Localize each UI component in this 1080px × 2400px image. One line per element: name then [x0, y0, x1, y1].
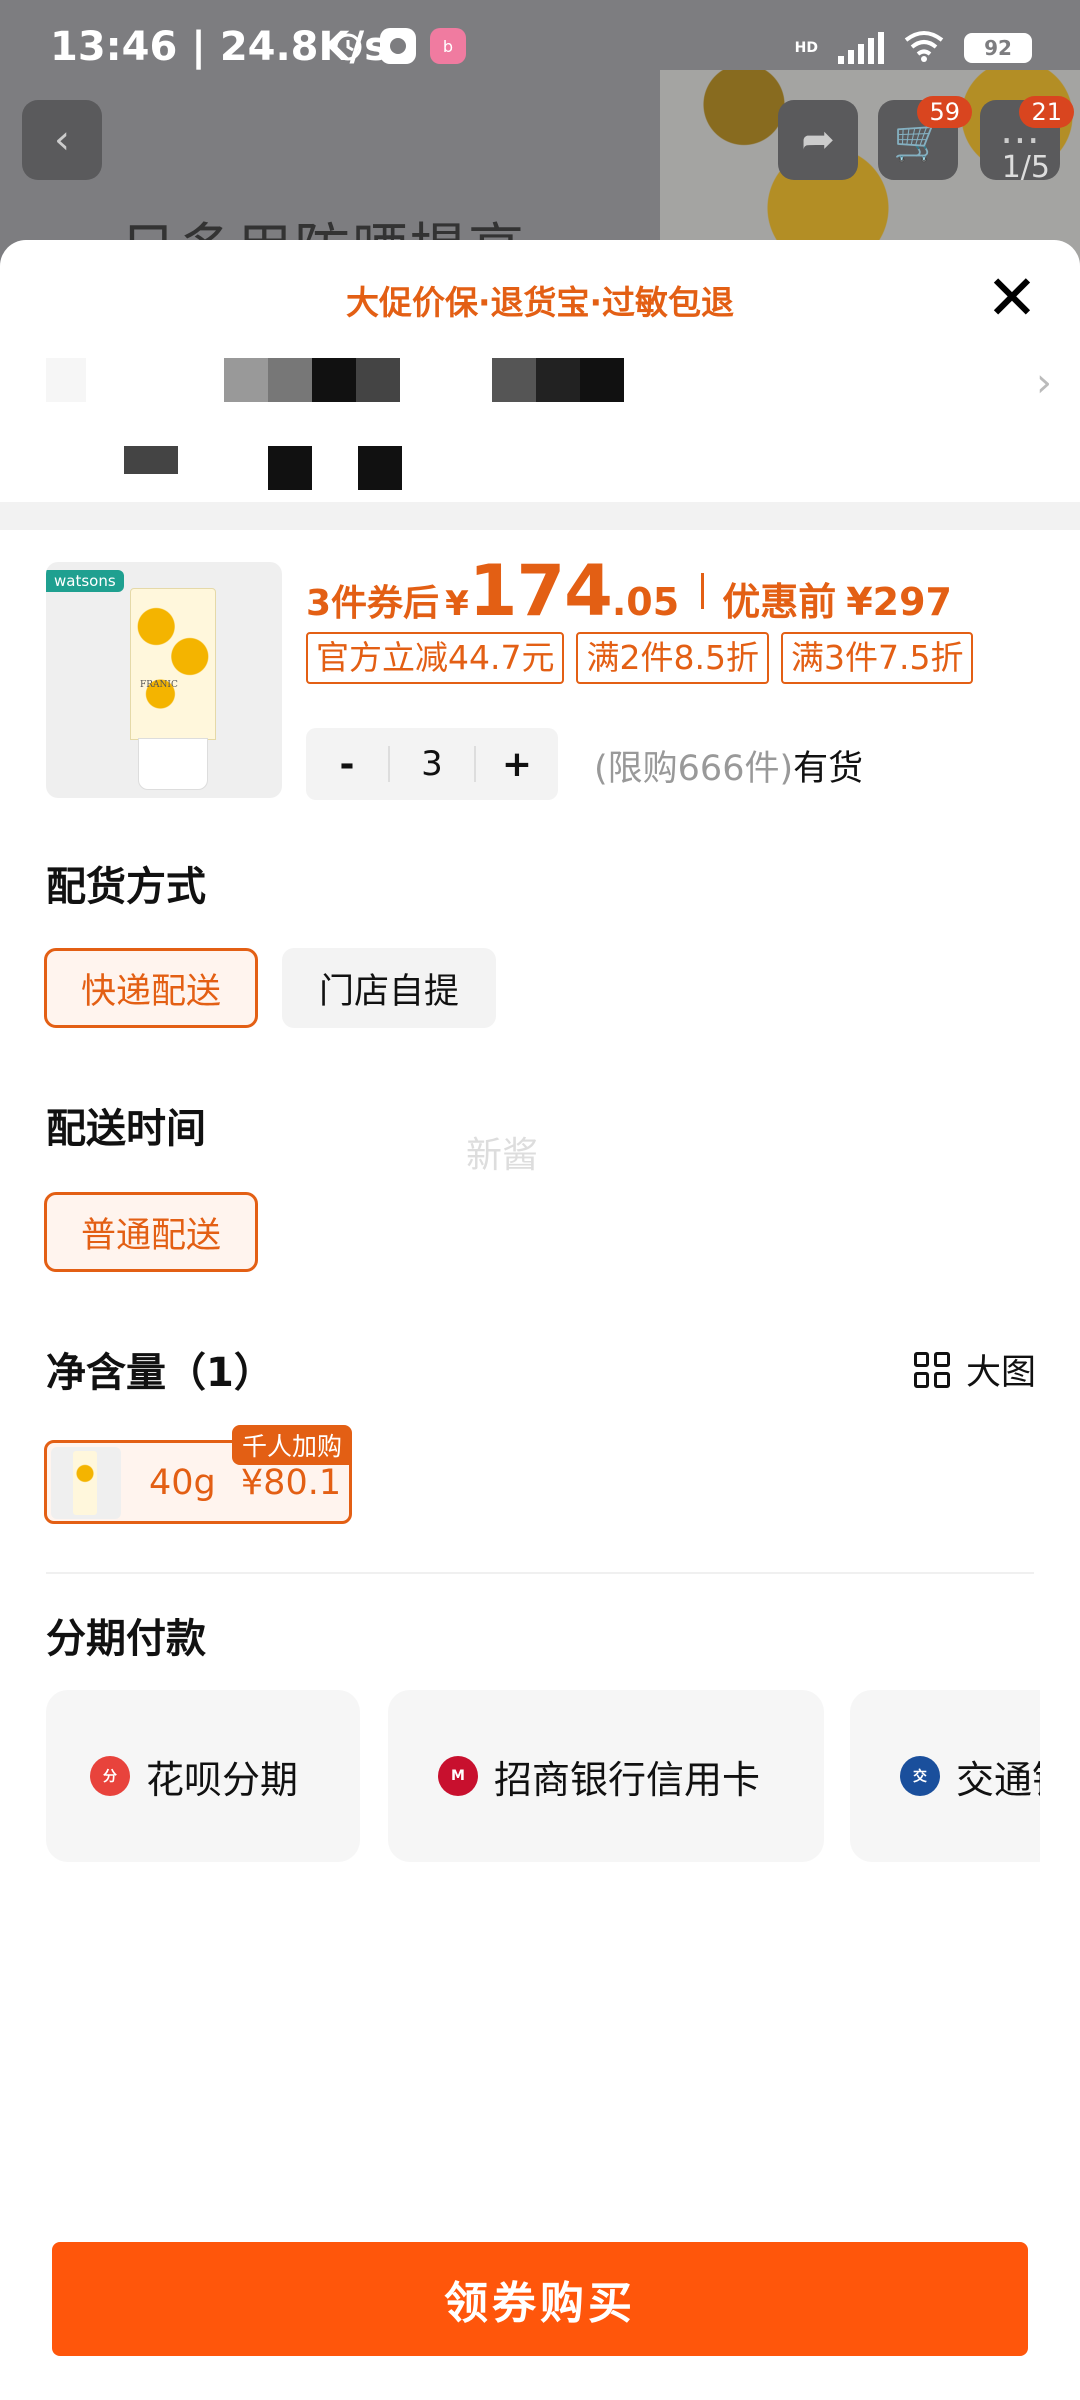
- price-separator: [701, 573, 705, 609]
- status-bar: 13:46 | 24.8K/s b HD 92: [0, 0, 1080, 96]
- option-store-pickup[interactable]: 门店自提: [282, 948, 496, 1028]
- discount-tag: 满2件8.5折: [576, 632, 769, 684]
- price-currency: ¥: [445, 584, 469, 624]
- hd-label: HD: [794, 40, 818, 56]
- share-icon: ➦: [801, 117, 835, 163]
- message-badge: 21: [1019, 96, 1074, 128]
- stock-info: (限购666件)有货: [594, 740, 863, 791]
- image-pager: 1/5: [1001, 150, 1050, 185]
- big-view-label: 大图: [965, 1353, 1036, 1393]
- original-price: ¥297: [846, 580, 952, 624]
- installment-cmb[interactable]: M 招商银行信用卡: [388, 1690, 824, 1862]
- clock-text: 13:46: [50, 24, 178, 70]
- coupon-buy-button[interactable]: 领券购买: [52, 2242, 1028, 2356]
- divider-line: [46, 1572, 1034, 1574]
- alarm-icon: [330, 28, 366, 64]
- discount-tag: 官方立减44.7元: [306, 632, 565, 684]
- signal-icon: [838, 32, 884, 64]
- watermark-text: 新酱: [466, 1135, 539, 1176]
- share-button[interactable]: ➦: [778, 100, 858, 180]
- tube-body: [130, 588, 216, 740]
- discount-tags: 官方立减44.7元 满2件8.5折 满3件7.5折: [306, 632, 998, 684]
- chevron-left-icon: ‹: [54, 117, 70, 163]
- price-integer: 174: [468, 550, 613, 632]
- promo-banner: 大促价保·退货宝·过敏包退: [345, 283, 735, 322]
- spec-thumbnail: [51, 1447, 121, 1519]
- option-standard-delivery[interactable]: 普通配送: [44, 1192, 258, 1272]
- spec-price: ¥80.1: [240, 1463, 342, 1503]
- installment-huabei[interactable]: 分 花呗分期: [46, 1690, 360, 1862]
- huabei-icon: 分: [90, 1756, 130, 1796]
- quantity-stepper: - 3 +: [306, 728, 558, 800]
- store-tag: watsons: [46, 570, 124, 592]
- status-separator: |: [191, 24, 220, 70]
- spec-tube-image: [73, 1451, 97, 1515]
- popular-badge: 千人加购: [231, 1425, 352, 1465]
- net-content-title: 净含量（1）: [46, 1350, 274, 1396]
- installment-options: 分 花呗分期 M 招商银行信用卡 交 交通银行信用卡: [46, 1690, 1040, 1862]
- cart-badge: 59: [917, 96, 972, 128]
- installment-bocom[interactable]: 交 交通银行信用卡: [850, 1690, 1040, 1862]
- quantity-value[interactable]: 3: [388, 746, 476, 782]
- installment-title: 分期付款: [46, 1616, 206, 1662]
- stock-status: 有货: [793, 749, 864, 789]
- price-row: 3件券后 ¥ 174 .05 优惠前 ¥297: [306, 550, 952, 632]
- status-notification-icons: b: [330, 28, 466, 64]
- installment-label: 交通银行信用卡: [956, 1757, 1040, 1802]
- price-decimal: .05: [611, 580, 680, 624]
- decrease-button[interactable]: -: [306, 744, 388, 785]
- original-label: 优惠前: [722, 580, 837, 624]
- increase-button[interactable]: +: [476, 744, 558, 785]
- close-button[interactable]: ✕: [982, 267, 1042, 330]
- option-express-delivery[interactable]: 快递配送: [44, 948, 258, 1028]
- chevron-right-icon[interactable]: ›: [1036, 360, 1052, 406]
- purchase-limit: (限购666件): [594, 749, 794, 789]
- cmb-icon: M: [438, 1756, 478, 1796]
- installment-label: 花呗分期: [146, 1757, 299, 1802]
- wifi-icon: [904, 30, 944, 66]
- battery-icon: 92: [964, 33, 1032, 63]
- tube-brand: FRANIC: [140, 680, 178, 690]
- app-notification-icon: [380, 28, 416, 64]
- installment-label: 招商银行信用卡: [494, 1757, 761, 1802]
- product-thumbnail[interactable]: watsons FRANIC: [46, 562, 282, 798]
- price-prefix: 3件券后: [306, 583, 440, 624]
- bocom-icon: 交: [900, 1756, 940, 1796]
- spec-text: 40g ¥80.1: [149, 1463, 341, 1503]
- discount-tag: 满3件7.5折: [780, 632, 974, 684]
- grid-icon: [913, 1351, 950, 1388]
- tube-cap: [138, 738, 208, 790]
- cart-button[interactable]: 🛒 59: [878, 96, 972, 180]
- delivery-time-title: 配送时间: [46, 1106, 206, 1152]
- battery-level: 92: [984, 36, 1012, 60]
- spec-option-40g[interactable]: 40g ¥80.1 千人加购: [44, 1425, 352, 1524]
- big-view-toggle[interactable]: 大图: [913, 1344, 1036, 1395]
- delivery-method-title: 配货方式: [46, 864, 206, 910]
- status-system-icons: HD 92: [795, 30, 1032, 66]
- bilibili-icon: b: [430, 28, 466, 64]
- section-divider: [0, 502, 1080, 530]
- spec-size: 40g: [149, 1463, 216, 1503]
- close-icon: ✕: [986, 261, 1038, 334]
- product-tube-image: FRANIC: [130, 588, 216, 790]
- sku-sheet: 大促价保·退货宝·过敏包退 ✕ › watsons FRANIC 3件券后 ¥ …: [0, 240, 1080, 2400]
- back-button[interactable]: ‹: [22, 100, 102, 180]
